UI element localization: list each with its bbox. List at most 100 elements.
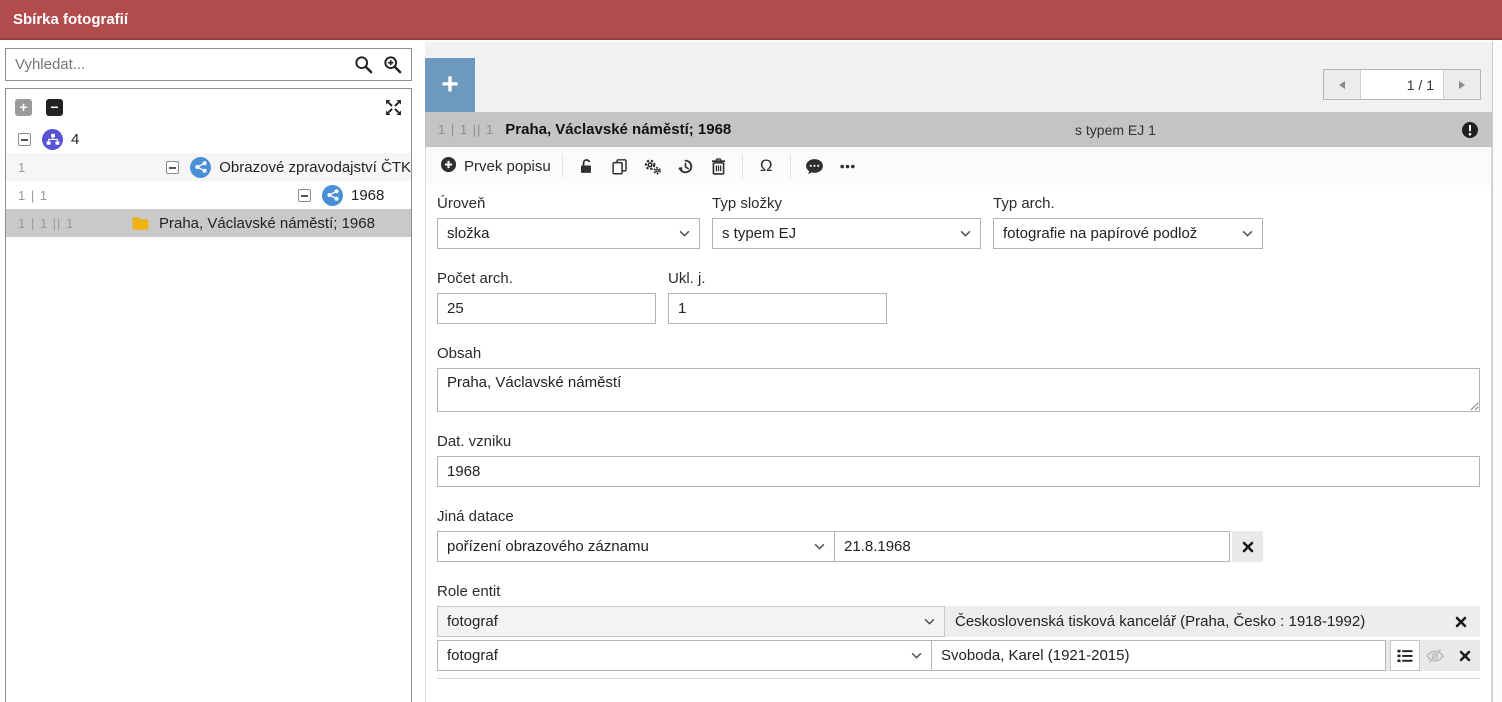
field-label-typ-slozky: Typ složky — [712, 195, 981, 212]
typ-slozky-value: s typem EJ — [722, 225, 796, 242]
collapse-expander-icon[interactable] — [166, 161, 179, 174]
tree-node-selected[interactable]: 1 | 1 || 1 Praha, Václavské náměstí; 196… — [6, 209, 411, 237]
tree-node-label: 4 — [71, 131, 79, 148]
app-title-bar: Sbírka fotografií — [0, 0, 1502, 40]
exclamation-circle-icon[interactable] — [1461, 121, 1479, 139]
ellipsis-icon[interactable] — [831, 151, 864, 181]
expand-arrows-icon[interactable] — [385, 99, 402, 116]
field-label-dat-vzniku: Dat. vzniku — [437, 433, 1480, 450]
collapse-expander-icon[interactable] — [298, 189, 311, 202]
tree-sidebar: + − 4 1 — [0, 42, 421, 702]
field-label-role-entit: Role entit — [437, 583, 1480, 600]
comment-icon[interactable] — [798, 151, 831, 181]
uroven-select[interactable]: složka — [437, 218, 700, 249]
add-tab-button[interactable]: + — [425, 58, 475, 112]
role-entit-row-2: fotograf Svoboda, Karel (1921-2015) — [437, 640, 1480, 671]
role-value: fotograf — [447, 647, 498, 664]
remove-jina-datace-button[interactable] — [1232, 531, 1263, 562]
description-form: Úroveň složka Typ složky s typem EJ Typ … — [426, 185, 1491, 679]
pager-position-input[interactable] — [1361, 70, 1443, 99]
record-type-badge: s typem EJ 1 — [1075, 122, 1156, 138]
entity-field[interactable]: Svoboda, Karel (1921-2015) — [932, 640, 1386, 671]
field-label-jina-datace: Jiná datace — [437, 508, 1480, 525]
section-divider — [437, 678, 1480, 679]
tree-node-position: 1 | 1 || 1 — [18, 216, 120, 231]
field-label-obsah: Obsah — [437, 345, 1480, 362]
tree-node-root[interactable]: 4 — [6, 125, 411, 153]
copy-icon[interactable] — [603, 151, 636, 181]
obsah-textarea[interactable]: Praha, Václavské náměstí — [437, 368, 1480, 412]
tree-search-box — [5, 48, 412, 81]
uroven-value: složka — [447, 225, 490, 242]
entity-value: Československá tisková kancelář (Praha, … — [945, 613, 1442, 630]
chevron-down-icon — [679, 230, 690, 237]
pager-prev-button[interactable] — [1324, 70, 1361, 99]
share-icon — [322, 185, 343, 206]
plus-circle-icon — [440, 156, 457, 177]
role-value: fotograf — [447, 613, 498, 630]
chevron-down-icon — [814, 543, 825, 550]
toolbar-separator — [790, 154, 791, 178]
field-label-typ-arch: Typ arch. — [993, 195, 1263, 212]
search-input[interactable] — [15, 56, 344, 73]
tree-node-label: 1968 — [351, 187, 384, 204]
typ-arch-select[interactable]: fotografie na papírové podlož — [993, 218, 1263, 249]
field-label-ukl-j: Ukl. j. — [668, 270, 887, 287]
close-icon — [1459, 650, 1471, 662]
record-position: 1 | 1 || 1 — [438, 122, 494, 137]
history-icon[interactable] — [669, 151, 702, 181]
gears-icon[interactable] — [636, 151, 669, 181]
record-toolbar: Prvek popisu — [426, 147, 1491, 185]
unlock-icon[interactable] — [570, 151, 603, 181]
jina-datace-date-input[interactable] — [834, 531, 1230, 562]
field-label-uroven: Úroveň — [437, 195, 700, 212]
chevron-down-icon — [911, 652, 922, 659]
ukl-j-input[interactable] — [668, 293, 887, 324]
chevron-down-icon — [1242, 230, 1253, 237]
record-panel: Prvek popisu — [425, 147, 1492, 702]
tree-node-ctk[interactable]: 1 Obrazové zpravodajství ČTK — [6, 153, 411, 181]
search-icon[interactable] — [354, 55, 373, 74]
tree-node-position: 1 — [18, 160, 156, 175]
omega-icon[interactable]: Ω — [750, 151, 783, 181]
role-select-1[interactable]: fotograf — [437, 606, 945, 637]
list-icon[interactable] — [1390, 640, 1420, 671]
pocet-arch-input[interactable] — [437, 293, 656, 324]
entity-value: Svoboda, Karel (1921-2015) — [941, 647, 1129, 664]
add-description-element-button[interactable]: Prvek popisu — [436, 156, 555, 177]
expand-all-button[interactable]: + — [15, 99, 32, 116]
search-plus-icon[interactable] — [383, 55, 402, 74]
vertical-scrollbar[interactable] — [1492, 42, 1502, 702]
pager-next-button[interactable] — [1443, 70, 1480, 99]
tree: 4 1 Obrazové zpravodajství ČTK 1 | 1 196… — [6, 125, 411, 237]
dat-vzniku-input[interactable] — [437, 456, 1480, 487]
tree-node-label: Praha, Václavské náměstí; 1968 — [159, 215, 375, 232]
collapse-all-button[interactable]: − — [46, 99, 63, 116]
chevron-down-icon — [960, 230, 971, 237]
typ-arch-value: fotografie na papírové podlož — [1003, 225, 1197, 242]
tree-node-1968[interactable]: 1 | 1 1968 — [6, 181, 411, 209]
chevron-down-icon — [924, 618, 935, 625]
share-icon — [190, 157, 211, 178]
jina-datace-type-select[interactable]: pořízení obrazového záznamu — [437, 531, 835, 562]
collapse-expander-icon[interactable] — [18, 133, 31, 146]
tree-node-label: Obrazové zpravodajství ČTK — [219, 159, 411, 176]
toolbar-separator — [562, 154, 563, 178]
tree-panel: + − 4 1 — [5, 88, 412, 702]
remove-role-button[interactable] — [1442, 606, 1480, 637]
role-select-2[interactable]: fotograf — [437, 640, 932, 671]
jina-datace-row: pořízení obrazového záznamu — [437, 531, 1480, 562]
tree-controls: + − — [6, 89, 411, 125]
role-entit-row-1: fotograf Československá tisková kancelář… — [437, 606, 1480, 637]
close-icon — [1242, 541, 1254, 553]
eye-slash-icon[interactable] — [1420, 640, 1450, 671]
fund-icon — [42, 129, 63, 150]
trash-icon[interactable] — [702, 151, 735, 181]
add-description-element-label: Prvek popisu — [464, 158, 551, 175]
record-area: + 1 | 1 || 1 Praha, Václavské náměstí; 1… — [425, 42, 1502, 702]
record-title: Praha, Václavské náměstí; 1968 — [505, 121, 731, 138]
remove-role-button[interactable] — [1450, 640, 1480, 671]
record-header: 1 | 1 || 1 Praha, Václavské náměstí; 196… — [425, 112, 1492, 147]
typ-slozky-select[interactable]: s typem EJ — [712, 218, 981, 249]
jina-datace-type-value: pořízení obrazového záznamu — [447, 538, 649, 555]
